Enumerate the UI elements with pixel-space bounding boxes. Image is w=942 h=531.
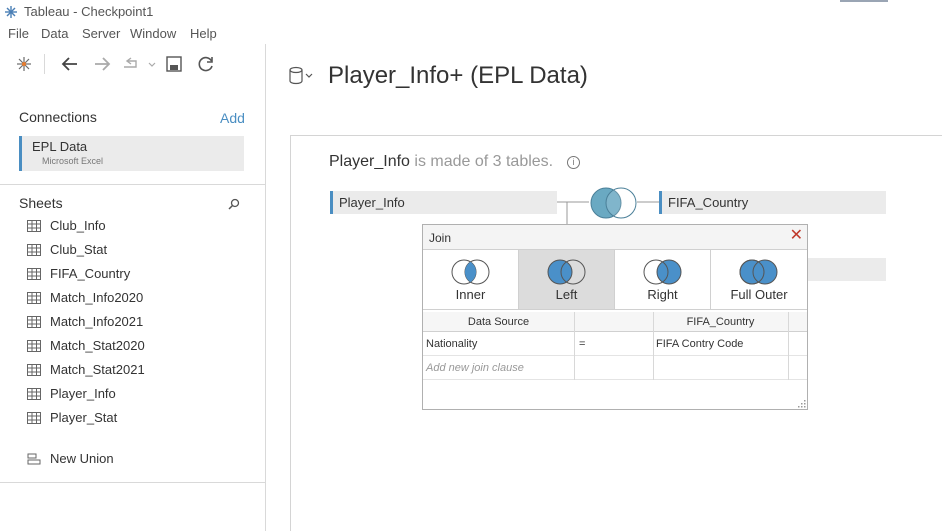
- left-join-icon: [547, 259, 586, 285]
- full-outer-join-icon: [739, 259, 778, 285]
- add-join-clause-row[interactable]: Add new join clause: [423, 356, 807, 380]
- search-icon[interactable]: [228, 198, 240, 210]
- refresh-icon[interactable]: [196, 54, 216, 74]
- undo-arrow-icon[interactable]: [60, 54, 80, 74]
- left-panel: Connections Add EPL Data Microsoft Excel…: [0, 44, 266, 531]
- join-type-left[interactable]: Left: [519, 250, 615, 310]
- column-header-op: [574, 312, 653, 332]
- window-accent-bar: [840, 0, 888, 2]
- new-union-item[interactable]: New Union: [27, 449, 247, 469]
- join-type-label: Inner: [455, 287, 486, 302]
- join-venn-icon[interactable]: [588, 186, 640, 220]
- join-dialog: Join ✕ Inner Left Right Full Outer Data …: [422, 224, 808, 410]
- clause-right-field[interactable]: FIFA Contry Code: [656, 338, 743, 350]
- connection-name: EPL Data: [32, 139, 88, 154]
- sheet-label: Player_Stat: [50, 410, 118, 425]
- sheets-header: Sheets: [19, 195, 63, 211]
- column-header-left: Data Source: [423, 312, 574, 332]
- sheet-label: Club_Stat: [50, 242, 108, 257]
- column-header-right: FIFA_Country: [653, 312, 788, 332]
- panel-divider-bottom: [0, 482, 266, 483]
- table-fifa-country[interactable]: FIFA_Country: [659, 191, 886, 214]
- menu-file[interactable]: File: [8, 26, 29, 41]
- union-icon: [27, 453, 41, 465]
- add-join-clause-placeholder: Add new join clause: [426, 362, 524, 374]
- sheet-item[interactable]: FIFA_Country: [27, 264, 247, 284]
- sheet-grid-icon: [27, 268, 41, 280]
- sheet-grid-icon: [27, 412, 41, 424]
- sheet-label: Club_Info: [50, 218, 106, 233]
- sheet-label: Match_Stat2020: [50, 338, 145, 353]
- summary-text: is made of 3 tables.: [409, 153, 554, 170]
- add-connection-link[interactable]: Add: [220, 110, 245, 126]
- right-join-icon: [643, 259, 682, 285]
- sheet-item[interactable]: Player_Stat: [27, 408, 247, 428]
- inner-join-icon: [451, 259, 490, 285]
- sheet-item[interactable]: Match_Info2021: [27, 312, 247, 332]
- menu-window[interactable]: Window: [130, 26, 176, 41]
- connection-item[interactable]: EPL Data Microsoft Excel: [19, 136, 244, 171]
- sheet-label: Match_Stat2021: [50, 362, 145, 377]
- sheet-grid-icon: [27, 316, 41, 328]
- clause-operator[interactable]: =: [579, 338, 585, 350]
- join-clause-row[interactable]: Nationality = FIFA Contry Code: [423, 332, 807, 356]
- panel-divider: [0, 184, 266, 185]
- table-player-info[interactable]: Player_Info: [330, 191, 557, 214]
- sheet-item[interactable]: Match_Stat2020: [27, 336, 247, 356]
- resize-grip-icon[interactable]: [798, 400, 806, 408]
- join-type-label: Right: [647, 287, 678, 302]
- grid-divider: [574, 312, 575, 380]
- sheet-item[interactable]: Match_Stat2021: [27, 360, 247, 380]
- join-dialog-title: Join: [429, 231, 452, 245]
- new-union-label: New Union: [50, 451, 114, 466]
- grid-divider: [653, 312, 654, 380]
- sheet-label: FIFA_Country: [50, 266, 131, 281]
- sheet-grid-icon: [27, 340, 41, 352]
- join-type-right[interactable]: Right: [615, 250, 711, 310]
- connections-header: Connections: [19, 109, 97, 125]
- sheet-label: Match_Info2020: [50, 290, 144, 305]
- column-header-end: [788, 312, 807, 332]
- summary-table-name: Player_Info: [329, 153, 410, 170]
- toolbar-divider: [44, 54, 45, 74]
- tableau-home-icon[interactable]: [14, 54, 34, 74]
- redo-arrow-icon[interactable]: [92, 54, 112, 74]
- sheet-item[interactable]: Match_Info2020: [27, 288, 247, 308]
- canvas-summary: Player_Info is made of 3 tables.: [329, 153, 553, 171]
- sheet-label: Player_Info: [50, 386, 116, 401]
- datasource-cylinder-icon[interactable]: [288, 66, 314, 86]
- sheet-grid-icon: [27, 388, 41, 400]
- sheet-item[interactable]: Club_Info: [27, 216, 247, 236]
- sheet-grid-icon: [27, 220, 41, 232]
- sheet-grid-icon: [27, 292, 41, 304]
- close-icon[interactable]: ✕: [790, 228, 803, 244]
- sheet-item[interactable]: Player_Info: [27, 384, 247, 404]
- sheet-grid-icon: [27, 244, 41, 256]
- table-third-placeholder[interactable]: [801, 258, 886, 281]
- menu-help[interactable]: Help: [190, 26, 217, 41]
- connection-type: Microsoft Excel: [42, 156, 104, 166]
- join-type-full-outer[interactable]: Full Outer: [711, 250, 807, 310]
- join-type-label: Full Outer: [730, 287, 788, 302]
- menu-server[interactable]: Server: [82, 26, 120, 41]
- grid-divider: [788, 312, 789, 380]
- menu-bar: File Data Server Window Help: [0, 24, 942, 44]
- title-bar: Tableau - Checkpoint1: [0, 0, 942, 24]
- tableau-logo-icon: [5, 6, 17, 18]
- sheet-label: Match_Info2021: [50, 314, 144, 329]
- sheet-grid-icon: [27, 364, 41, 376]
- menu-data[interactable]: Data: [41, 26, 68, 41]
- info-icon[interactable]: i: [567, 156, 580, 169]
- join-dialog-header: Join ✕: [423, 225, 807, 250]
- clause-left-field[interactable]: Nationality: [426, 338, 477, 350]
- join-type-inner[interactable]: Inner: [423, 250, 519, 310]
- join-type-label: Left: [555, 287, 578, 302]
- save-icon[interactable]: [164, 54, 184, 74]
- sheet-item[interactable]: Club_Stat: [27, 240, 247, 260]
- replay-dropdown-icon[interactable]: [122, 54, 156, 74]
- datasource-title[interactable]: Player_Info+ (EPL Data): [328, 62, 588, 90]
- window-title: Tableau - Checkpoint1: [24, 4, 154, 19]
